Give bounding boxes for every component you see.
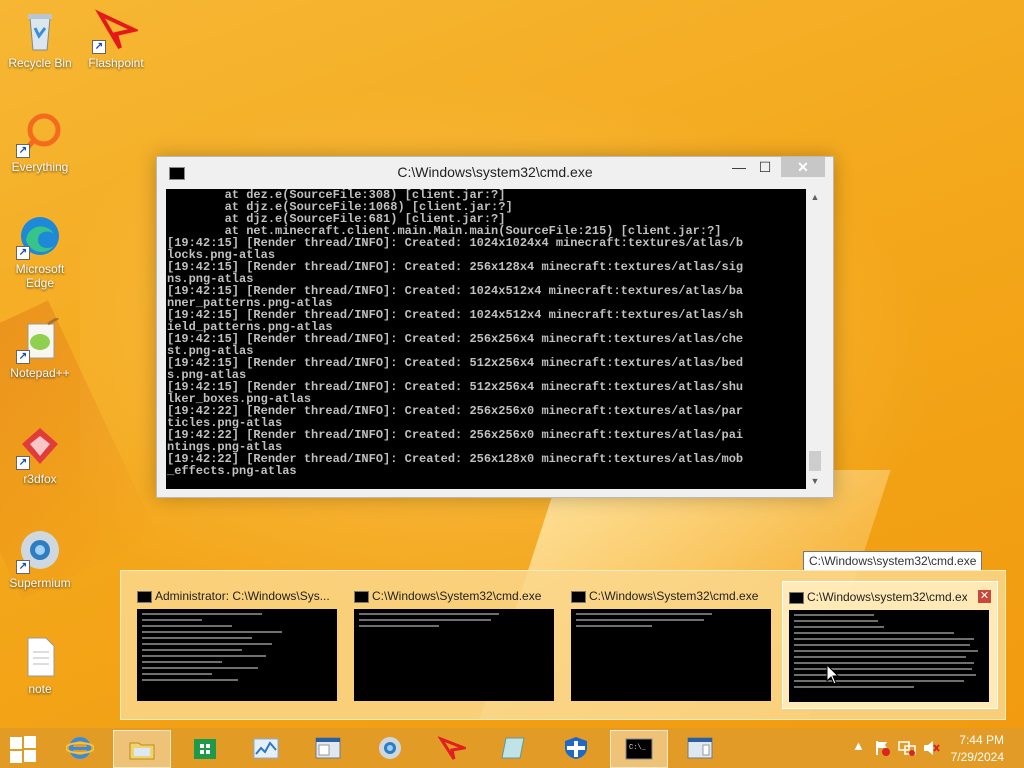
taskbar-app-notes[interactable]: [486, 730, 542, 766]
thumbnail-window-1[interactable]: Administrator: C:\Windows\Sys...: [131, 581, 345, 707]
notepad-plus-plus-icon: ↗: [16, 316, 62, 364]
recycle-bin-icon: [18, 8, 62, 52]
window-icon: [687, 737, 713, 759]
taskbar-app-file-explorer[interactable]: [113, 730, 171, 768]
supermium-icon: [379, 737, 401, 759]
cmd-icon: [137, 591, 152, 603]
network-icon[interactable]: [898, 740, 916, 756]
windows-logo-pane: [24, 750, 36, 762]
desktop-icon-edge[interactable]: ↗ Microsoft Edge: [2, 214, 78, 290]
scroll-up-icon[interactable]: ▲: [807, 189, 823, 205]
desktop-icon-label: Recycle Bin: [8, 56, 72, 70]
thumbnail-preview: [354, 609, 554, 701]
action-center-icon[interactable]: [874, 740, 890, 756]
shortcut-arrow-icon: ↗: [16, 246, 30, 260]
desktop-icon-r3dfox[interactable]: ↗ r3dfox: [2, 424, 78, 486]
supermium-icon: ↗: [16, 528, 62, 574]
clock-time: 7:44 PM: [959, 733, 1004, 747]
desktop-icon-label: note: [28, 682, 52, 696]
chart-icon: [253, 738, 279, 759]
edge-icon: ↗: [16, 214, 62, 260]
system-clock[interactable]: 7:44 PM 7/29/2024: [951, 732, 1004, 766]
cmd-window[interactable]: C:\Windows\system32\cmd.exe — ☐ ✕ at dez…: [156, 156, 834, 498]
thumbnail-close-button[interactable]: ✕: [978, 590, 991, 603]
clock-date: 7/29/2024: [950, 750, 1004, 764]
taskbar-app-task-manager[interactable]: [238, 730, 294, 766]
shortcut-arrow-icon: ↗: [16, 560, 30, 574]
flashpoint-icon: ↗: [92, 8, 141, 54]
maximize-button[interactable]: ☐: [751, 157, 779, 177]
thumbnail-tooltip: C:\Windows\system32\cmd.exe: [803, 551, 983, 571]
desktop-icon-label: Flashpoint: [88, 56, 144, 70]
desktop-icon-flashpoint[interactable]: ↗ Flashpoint: [78, 8, 154, 70]
windows-logo-pane: [24, 736, 36, 748]
console-output[interactable]: at dez.e(SourceFile:308) [client.jar:?] …: [166, 189, 806, 489]
taskbar-app-window[interactable]: [300, 730, 356, 766]
mouse-cursor-icon: [826, 664, 840, 685]
thumbnail-title: C:\Windows\System32\cmd.exe: [589, 589, 759, 603]
shortcut-arrow-icon: ↗: [16, 350, 30, 364]
windows-logo-icon: [10, 737, 22, 749]
taskbar-app-window-2[interactable]: [672, 730, 728, 766]
cmd-titlebar[interactable]: C:\Windows\system32\cmd.exe — ☐ ✕: [157, 157, 833, 189]
r3dfox-icon: ↗: [16, 424, 62, 470]
thumbnail-title: C:\Windows\system32\cmd.exe: [807, 590, 967, 604]
desktop-icon-label: r3dfox: [23, 472, 57, 486]
show-hidden-icons-button[interactable]: ▲: [852, 738, 865, 753]
desktop-icon-notepad-plus-plus[interactable]: ↗ Notepad++: [2, 316, 78, 380]
text-file-icon: [18, 634, 62, 678]
thumbnail-window-2[interactable]: C:\Windows\System32\cmd.exe: [348, 581, 562, 707]
thumbnail-title: Administrator: C:\Windows\Sys...: [155, 589, 330, 603]
desktop-icon-note[interactable]: note: [2, 634, 78, 696]
shield-icon: [565, 737, 587, 759]
shortcut-arrow-icon: ↗: [16, 144, 30, 158]
volume-muted-icon[interactable]: [922, 740, 940, 756]
console-text: at dez.e(SourceFile:308) [client.jar:?] …: [167, 189, 744, 478]
thumbnail-preview: [571, 609, 771, 701]
folder-icon: [129, 742, 155, 760]
cmd-icon: [571, 591, 586, 603]
thumbnail-preview: [789, 610, 989, 702]
taskbar-app-internet-explorer[interactable]: [52, 730, 108, 766]
window-icon: [315, 737, 341, 759]
start-button[interactable]: [10, 736, 36, 763]
desktop-icon-supermium[interactable]: ↗ Supermium: [2, 528, 78, 590]
everything-search-icon: ↗: [16, 112, 62, 158]
internet-explorer-icon: [66, 737, 94, 759]
desktop-icon-recycle-bin[interactable]: Recycle Bin: [2, 8, 78, 70]
thumbnail-window-4[interactable]: C:\Windows\system32\cmd.exe ✕: [782, 581, 998, 709]
cmd-icon: [354, 591, 369, 603]
close-button[interactable]: ✕: [781, 157, 825, 177]
scroll-down-icon[interactable]: ▼: [807, 473, 823, 489]
taskbar-app-defender[interactable]: [548, 730, 604, 766]
thumbnail-window-3[interactable]: C:\Windows\System32\cmd.exe: [565, 581, 779, 707]
svg-text:C:\_: C:\_: [629, 744, 647, 752]
shortcut-arrow-icon: ↗: [92, 40, 106, 54]
taskbar: C:\_ ▲ 7:44 PM 7/29/2024: [0, 728, 1024, 768]
thumbnail-preview: [137, 609, 337, 701]
notes-icon: [501, 737, 525, 759]
scrollbar-thumb[interactable]: [809, 451, 821, 471]
desktop-icon-label: Notepad++: [10, 366, 70, 380]
desktop-icon-everything[interactable]: ↗ Everything: [2, 112, 78, 174]
cmd-icon: C:\_: [625, 738, 653, 760]
cmd-icon: [789, 592, 804, 604]
desktop-icon-label: Everything: [11, 160, 69, 174]
taskbar-app-supermium[interactable]: [362, 730, 418, 766]
taskbar-app-store[interactable]: [177, 730, 233, 766]
taskbar-thumbnail-panel: Administrator: C:\Windows\Sys... C:\Wind…: [120, 570, 1006, 720]
vertical-scrollbar[interactable]: ▲ ▼: [807, 189, 823, 489]
minimize-button[interactable]: —: [725, 157, 753, 177]
flashpoint-icon: [438, 736, 466, 760]
thumbnail-title: C:\Windows\System32\cmd.exe: [372, 589, 542, 603]
taskbar-app-cmd[interactable]: C:\_: [610, 730, 668, 768]
store-icon: [194, 739, 216, 759]
desktop-icon-label: Supermium: [9, 576, 71, 590]
taskbar-app-flashpoint[interactable]: [424, 730, 480, 766]
windows-logo-pane: [10, 751, 22, 763]
desktop-icon-label: Microsoft Edge: [15, 262, 65, 290]
shortcut-arrow-icon: ↗: [16, 456, 30, 470]
